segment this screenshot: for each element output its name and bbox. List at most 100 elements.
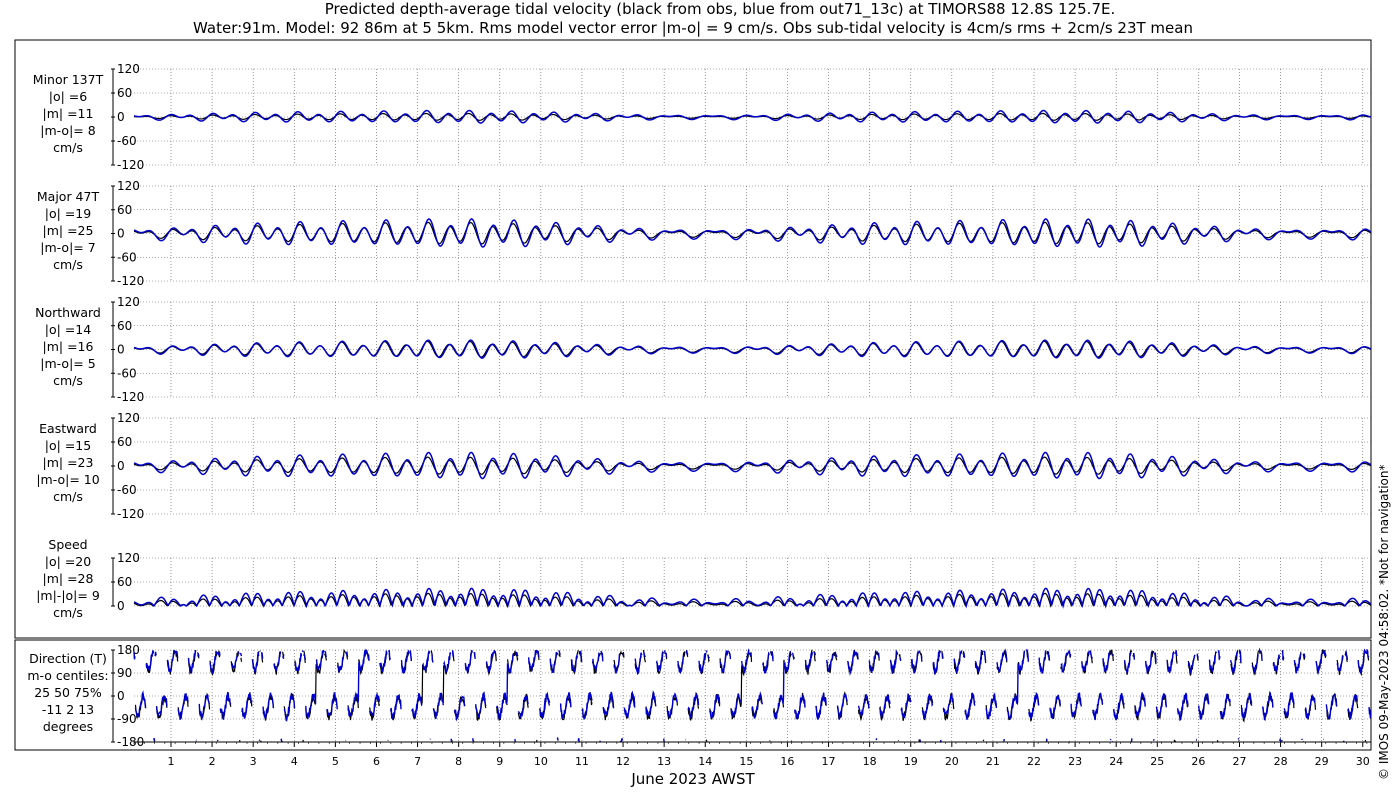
y-tick-label: 120 [117, 62, 140, 76]
y-tick-label: 120 [117, 411, 140, 425]
x-tick-label: 11 [575, 755, 589, 768]
x-tick-label: 9 [496, 755, 503, 768]
series-model-line [133, 218, 1372, 248]
x-tick-label: 29 [1315, 755, 1329, 768]
x-tick-label: 2 [209, 755, 216, 768]
panel-label-line: cm/s [53, 140, 83, 155]
direction-panel-frame [14, 639, 1372, 751]
x-tick-label: 28 [1274, 755, 1288, 768]
panel-north: 120 60 0 -60 -120 Northward |o| =14 |m| =16 |m-o… [35, 295, 1372, 404]
panel-label-line: |o| =15 [45, 438, 91, 453]
panel-label-line: |m-o|= 5 [40, 356, 95, 371]
panel-label-line: |m| =16 [43, 339, 94, 354]
y-tick-label: 120 [117, 551, 140, 565]
x-axis: 1 2 3 4 5 6 7 8 9 10 11 12 13 14 15 16 17 18 19 20 21 22 23 24 2… [133, 741, 1371, 768]
panel-label-line: m-o centiles: [27, 668, 108, 683]
panel-label-line: |m| =25 [43, 223, 94, 238]
panels-layer: 120 60 0 -60 -120 Minor 137T |o| =6 |m| =11 |m-o… [27, 62, 1372, 749]
y-tick-label: 120 [117, 179, 140, 193]
y-tick-label: -120 [117, 390, 144, 404]
panel-major: 120 60 0 -60 -120 Major 47T |o| =19 |m| =25 |m-o… [37, 179, 1372, 288]
y-tick-label: -120 [117, 158, 144, 172]
x-tick-label: 12 [616, 755, 630, 768]
panel-label-line: |o| =6 [49, 89, 88, 104]
x-tick-label: 3 [250, 755, 257, 768]
chart-title-line2: Water:91m. Model: 92 86m at 5 5km. Rms m… [193, 19, 1193, 37]
panel-east: 120 60 0 -60 -120 Eastward |o| =15 |m| =23 |m-o|… [36, 411, 1372, 521]
y-tick-label: 0 [117, 599, 125, 613]
panel-label-line: Northward [35, 305, 101, 320]
x-tick-label: 19 [904, 755, 918, 768]
x-tick-label: 1 [167, 755, 174, 768]
panel-label-line: |m-o|= 7 [40, 240, 95, 255]
y-tick-label: -60 [117, 134, 137, 148]
y-tick-label: -120 [117, 507, 144, 521]
panel-direction: 180900-90-180Direction (T)m-o centiles:2… [27, 643, 1372, 749]
panel-label-line: cm/s [53, 257, 83, 272]
panel-label-line: cm/s [53, 605, 83, 620]
y-tick-label: -60 [117, 250, 137, 264]
panel-label-line: |m| =28 [43, 571, 94, 586]
tidal-velocity-figure: Predicted depth-average tidal velocity (… [14, 0, 1391, 788]
x-tick-label: 13 [657, 755, 671, 768]
y-tick-label: 0 [117, 227, 125, 241]
x-tick-label: 30 [1356, 755, 1370, 768]
x-tick-label: 23 [1068, 755, 1082, 768]
x-tick-label: 8 [455, 755, 462, 768]
upper-panel-frame [14, 39, 1372, 639]
panel-label-line: Eastward [39, 421, 97, 436]
x-tick-label: 21 [986, 755, 1000, 768]
panel-label-line: Speed [48, 537, 87, 552]
series-model-line [133, 587, 1372, 609]
panel-label-line: |m-o|= 8 [40, 123, 95, 138]
panel-label-line: 25 50 75% [34, 685, 102, 700]
panel-label-line: Major 47T [37, 189, 100, 204]
x-tick-label: 15 [739, 755, 753, 768]
series-obs-line [133, 456, 1372, 475]
x-tick-label: 27 [1232, 755, 1246, 768]
y-tick-label: 60 [117, 203, 132, 217]
panel-speed: 120 60 0 Speed |o| =20 |m| =28 |m|-|o|= 9 cm/s [36, 537, 1372, 620]
x-tick-label: 10 [534, 755, 548, 768]
panel-label-line: -11 2 13 [42, 702, 94, 717]
x-tick-label: 17 [822, 755, 836, 768]
x-tick-label: 16 [780, 755, 794, 768]
panel-label-line: cm/s [53, 489, 83, 504]
y-tick-label: -60 [117, 366, 137, 380]
series-model-line [133, 109, 1372, 124]
panel-label-line: |m| =11 [43, 106, 94, 121]
y-tick-label: 0 [117, 110, 125, 124]
x-tick-label: 20 [945, 755, 959, 768]
y-tick-label: 0 [117, 459, 125, 473]
y-tick-label: 120 [117, 295, 140, 309]
copyright-note: © IMOS 09-May-2023 04:58:02. *Not for na… [1377, 465, 1391, 781]
x-tick-label: 7 [414, 755, 421, 768]
x-tick-label: 26 [1191, 755, 1205, 768]
panel-label-line: Direction (T) [29, 651, 107, 666]
panel-minor: 120 60 0 -60 -120 Minor 137T |o| =6 |m| =11 |m-o… [33, 62, 1372, 172]
panel-label-line: |o| =19 [45, 206, 91, 221]
chart-title-line1: Predicted depth-average tidal velocity (… [325, 0, 1116, 19]
x-axis-label: June 2023 AWST [630, 770, 755, 788]
y-tick-label: -90 [117, 712, 137, 726]
y-tick-label: 0 [117, 343, 125, 357]
y-tick-label: 90 [117, 666, 132, 680]
y-tick-label: 60 [117, 86, 132, 100]
y-tick-label: -60 [117, 483, 137, 497]
panel-label-line: degrees [43, 719, 93, 734]
panel-label-line: Minor 137T [33, 72, 104, 87]
x-tick-label: 25 [1150, 755, 1164, 768]
x-tick-label: 4 [291, 755, 298, 768]
panel-label-line: |o| =14 [45, 322, 91, 337]
y-tick-label: 60 [117, 575, 132, 589]
x-tick-label: 14 [698, 755, 712, 768]
panel-label-line: |m-o|= 10 [36, 472, 99, 487]
panel-label-line: |m| =23 [43, 455, 94, 470]
y-tick-label: 0 [117, 689, 125, 703]
panel-label-line: |o| =20 [45, 554, 91, 569]
y-tick-label: 180 [117, 643, 140, 657]
x-tick-label: 5 [332, 755, 339, 768]
x-tick-label: 6 [373, 755, 380, 768]
x-tick-label: 24 [1109, 755, 1123, 768]
series-obs-line [133, 221, 1372, 245]
